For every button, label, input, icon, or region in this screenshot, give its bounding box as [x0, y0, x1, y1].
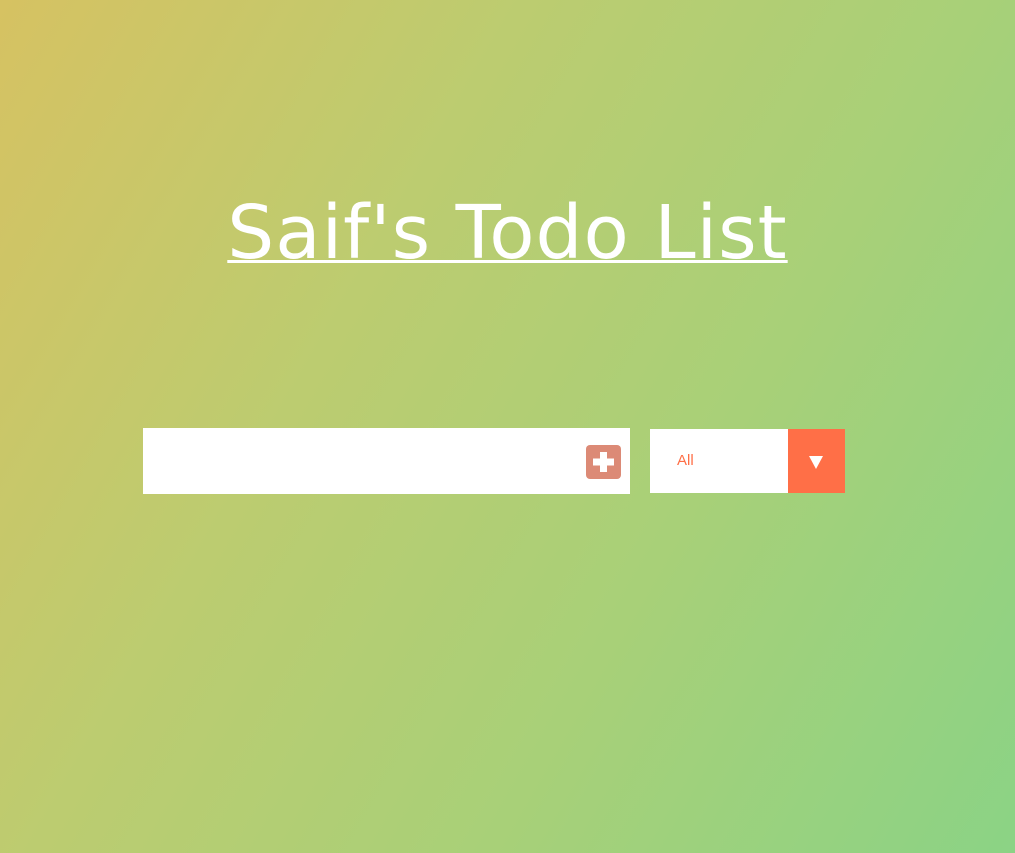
caret-down-icon [809, 456, 823, 469]
filter-select[interactable]: All [650, 429, 845, 493]
plus-square-icon [593, 452, 614, 472]
todo-input[interactable] [143, 428, 573, 494]
page-title: Saif's Todo List [227, 190, 788, 276]
filter-dropdown-button[interactable] [788, 429, 845, 493]
add-todo-button[interactable] [586, 445, 621, 479]
filter-selected-value: All [677, 452, 694, 469]
todo-form [143, 428, 630, 494]
